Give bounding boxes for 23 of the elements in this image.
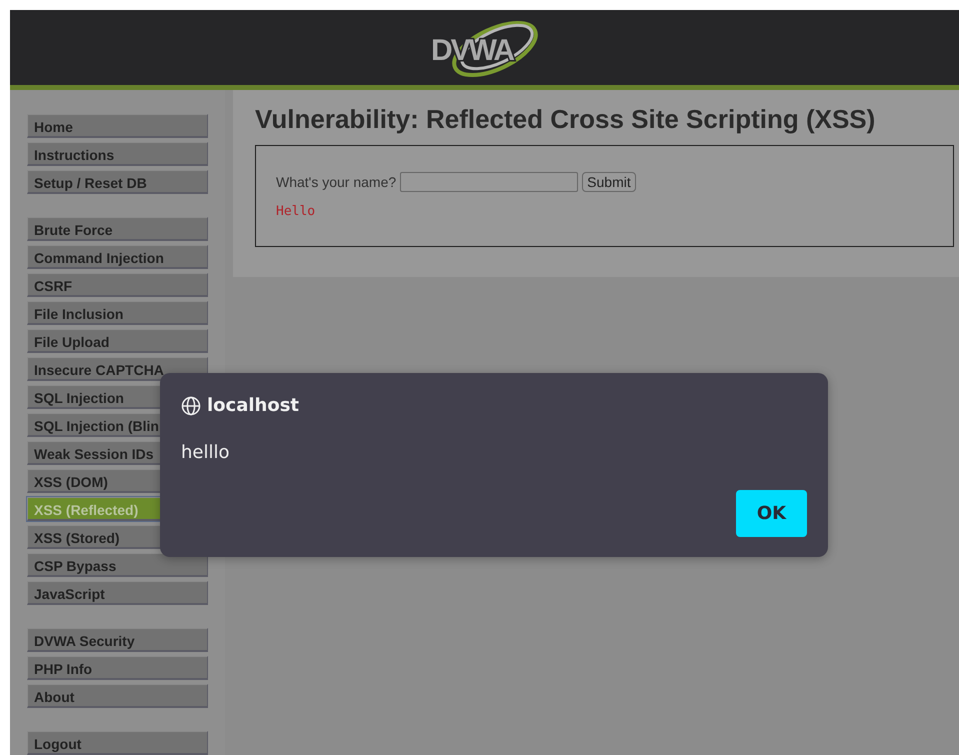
- dialog-origin: localhost: [207, 395, 300, 416]
- ok-button[interactable]: OK: [736, 490, 807, 537]
- name-input[interactable]: [400, 172, 578, 192]
- menu-item[interactable]: Insecure CAPTCHA: [27, 357, 208, 381]
- menu-item[interactable]: CSP Bypass: [27, 553, 208, 577]
- menu-item[interactable]: Brute Force: [27, 217, 208, 241]
- field-label: What's your name?: [276, 174, 396, 190]
- menu-item[interactable]: PHP Info: [27, 656, 208, 680]
- globe-icon: [181, 396, 201, 416]
- output-text: Hello: [276, 204, 316, 219]
- menu-item[interactable]: Home: [27, 114, 208, 138]
- menu-item[interactable]: File Inclusion: [27, 301, 208, 325]
- submit-button[interactable]: Submit: [582, 172, 636, 192]
- menu-item[interactable]: DVWA Security: [27, 628, 208, 652]
- menu-item[interactable]: Command Injection: [27, 245, 208, 269]
- menu-item[interactable]: File Upload: [27, 329, 208, 353]
- menu-item[interactable]: Logout: [27, 731, 208, 755]
- menu-item[interactable]: CSRF: [27, 273, 208, 297]
- menu-item[interactable]: Instructions: [27, 142, 208, 166]
- menu-item[interactable]: Setup / Reset DB: [27, 170, 208, 194]
- menu-item[interactable]: JavaScript: [27, 581, 208, 605]
- page-title: Vulnerability: Reflected Cross Site Scripting (XSS): [255, 104, 876, 135]
- menu-item[interactable]: About: [27, 684, 208, 708]
